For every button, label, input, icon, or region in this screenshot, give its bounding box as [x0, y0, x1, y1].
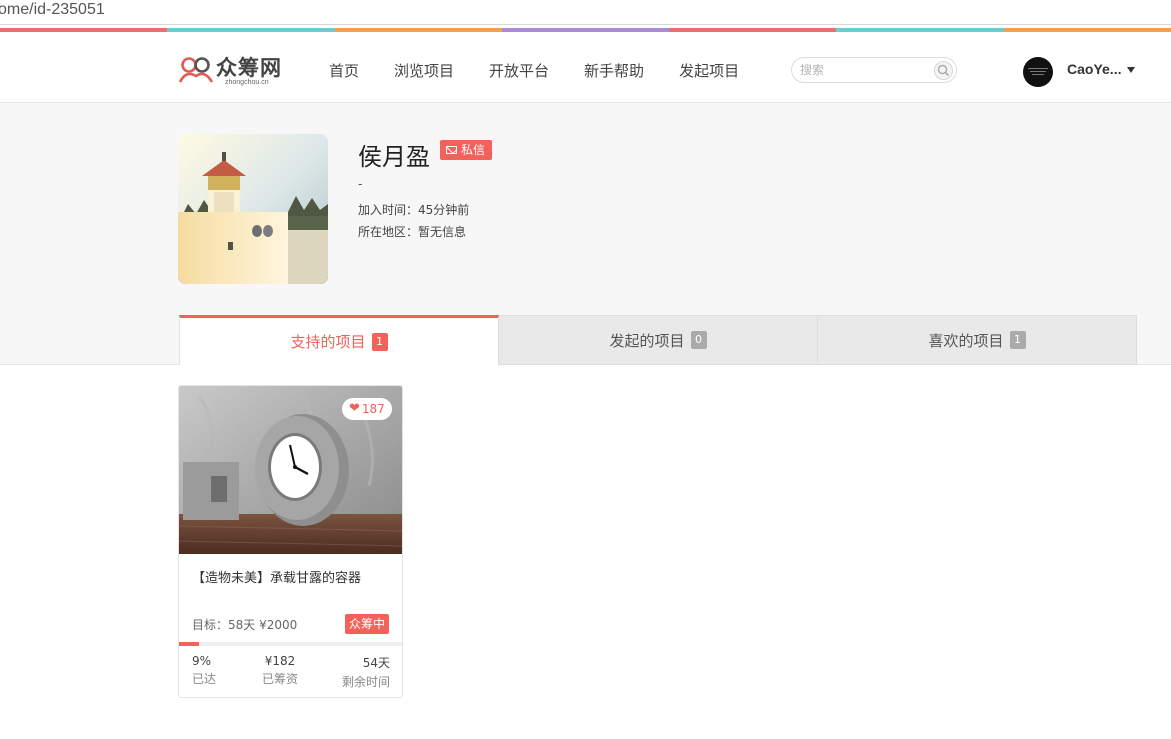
progress-bar — [179, 642, 402, 646]
stat-label: 已筹资 — [262, 672, 299, 686]
nav-home[interactable]: 首页 — [329, 60, 359, 81]
stat-raised: ¥182 已筹资 — [262, 654, 298, 687]
tab-label: 发起的项目 — [609, 331, 685, 350]
private-message-button[interactable]: 私信 — [440, 140, 493, 160]
stat-value: 54天 — [362, 656, 390, 670]
user-name[interactable]: CaoYe... — [1067, 61, 1121, 77]
profile-name: 侯月盈 — [358, 143, 430, 171]
url-text: ome/id-235051 — [0, 1, 105, 18]
stat-remaining: 54天 剩余时间 — [342, 654, 390, 690]
project-card[interactable]: ❤ 187 【造物未美】承载甘露的容器 目标：58天 ¥2000 众筹中 9% … — [178, 385, 403, 698]
search-button[interactable] — [934, 61, 953, 80]
envelope-icon — [446, 146, 457, 154]
tab-count-badge: 1 — [371, 332, 388, 351]
project-goal: 目标：58天 ¥2000 — [192, 618, 298, 632]
heart-icon: ❤ — [349, 401, 360, 416]
chevron-down-icon[interactable] — [1127, 67, 1135, 73]
stat-label: 已达 — [192, 672, 217, 686]
address-bar[interactable]: ome/id-235051 — [0, 0, 1171, 25]
join-time: 加入时间：45分钟前 — [358, 203, 470, 217]
user-avatar[interactable] — [1023, 57, 1053, 87]
search-icon — [937, 64, 950, 77]
logo-domain: zhongchou.cn — [225, 79, 269, 86]
nav-beginner-help[interactable]: 新手帮助 — [584, 60, 644, 81]
tab-count-badge: 0 — [690, 331, 707, 349]
logo-text: 众筹网 — [216, 56, 282, 80]
stat-value: 9% — [192, 654, 212, 668]
project-tabs: 支持的项目 1 发起的项目 0 喜欢的项目 1 — [179, 315, 1137, 365]
search-input[interactable] — [800, 61, 930, 79]
stat-label: 剩余时间 — [341, 675, 390, 689]
nav-open-platform[interactable]: 开放平台 — [489, 60, 549, 81]
tab-liked-projects[interactable]: 喜欢的项目 1 — [818, 315, 1137, 365]
progress-fill — [179, 642, 200, 646]
tab-label: 支持的项目 — [290, 333, 366, 351]
logo-icon — [178, 57, 214, 83]
stat-value: ¥182 — [264, 654, 296, 668]
stat-percent: 9% 已达 — [192, 654, 216, 687]
profile-avatar — [178, 134, 328, 284]
site-header: 众筹网 zhongchou.cn 首页 浏览项目 开放平台 新手帮助 发起项目 … — [0, 32, 1171, 103]
project-image[interactable]: ❤ 187 — [179, 386, 402, 554]
site-logo[interactable]: 众筹网 zhongchou.cn — [178, 54, 290, 88]
location: 所在地区：暂无信息 — [358, 225, 467, 239]
nav-start-project[interactable]: 发起项目 — [679, 60, 739, 81]
like-count: 187 — [361, 402, 385, 416]
profile-bio: - — [358, 177, 363, 191]
nav-browse-projects[interactable]: 浏览项目 — [394, 60, 454, 81]
tab-count-badge: 1 — [1009, 331, 1026, 349]
tab-supported-projects[interactable]: 支持的项目 1 — [179, 315, 499, 365]
tab-started-projects[interactable]: 发起的项目 0 — [499, 315, 818, 365]
private-message-label: 私信 — [461, 143, 486, 157]
tab-label: 喜欢的项目 — [928, 331, 1004, 350]
profile-section: 侯月盈 私信 - 加入时间：45分钟前 所在地区：暂无信息 支持的项目 1 发起… — [0, 103, 1171, 365]
main-nav: 首页 浏览项目 开放平台 新手帮助 发起项目 — [329, 60, 774, 81]
project-title[interactable]: 【造物未美】承载甘露的容器 — [192, 567, 361, 586]
status-badge: 众筹中 — [345, 614, 390, 634]
like-badge[interactable]: ❤ 187 — [342, 398, 392, 420]
search-box — [791, 57, 957, 83]
